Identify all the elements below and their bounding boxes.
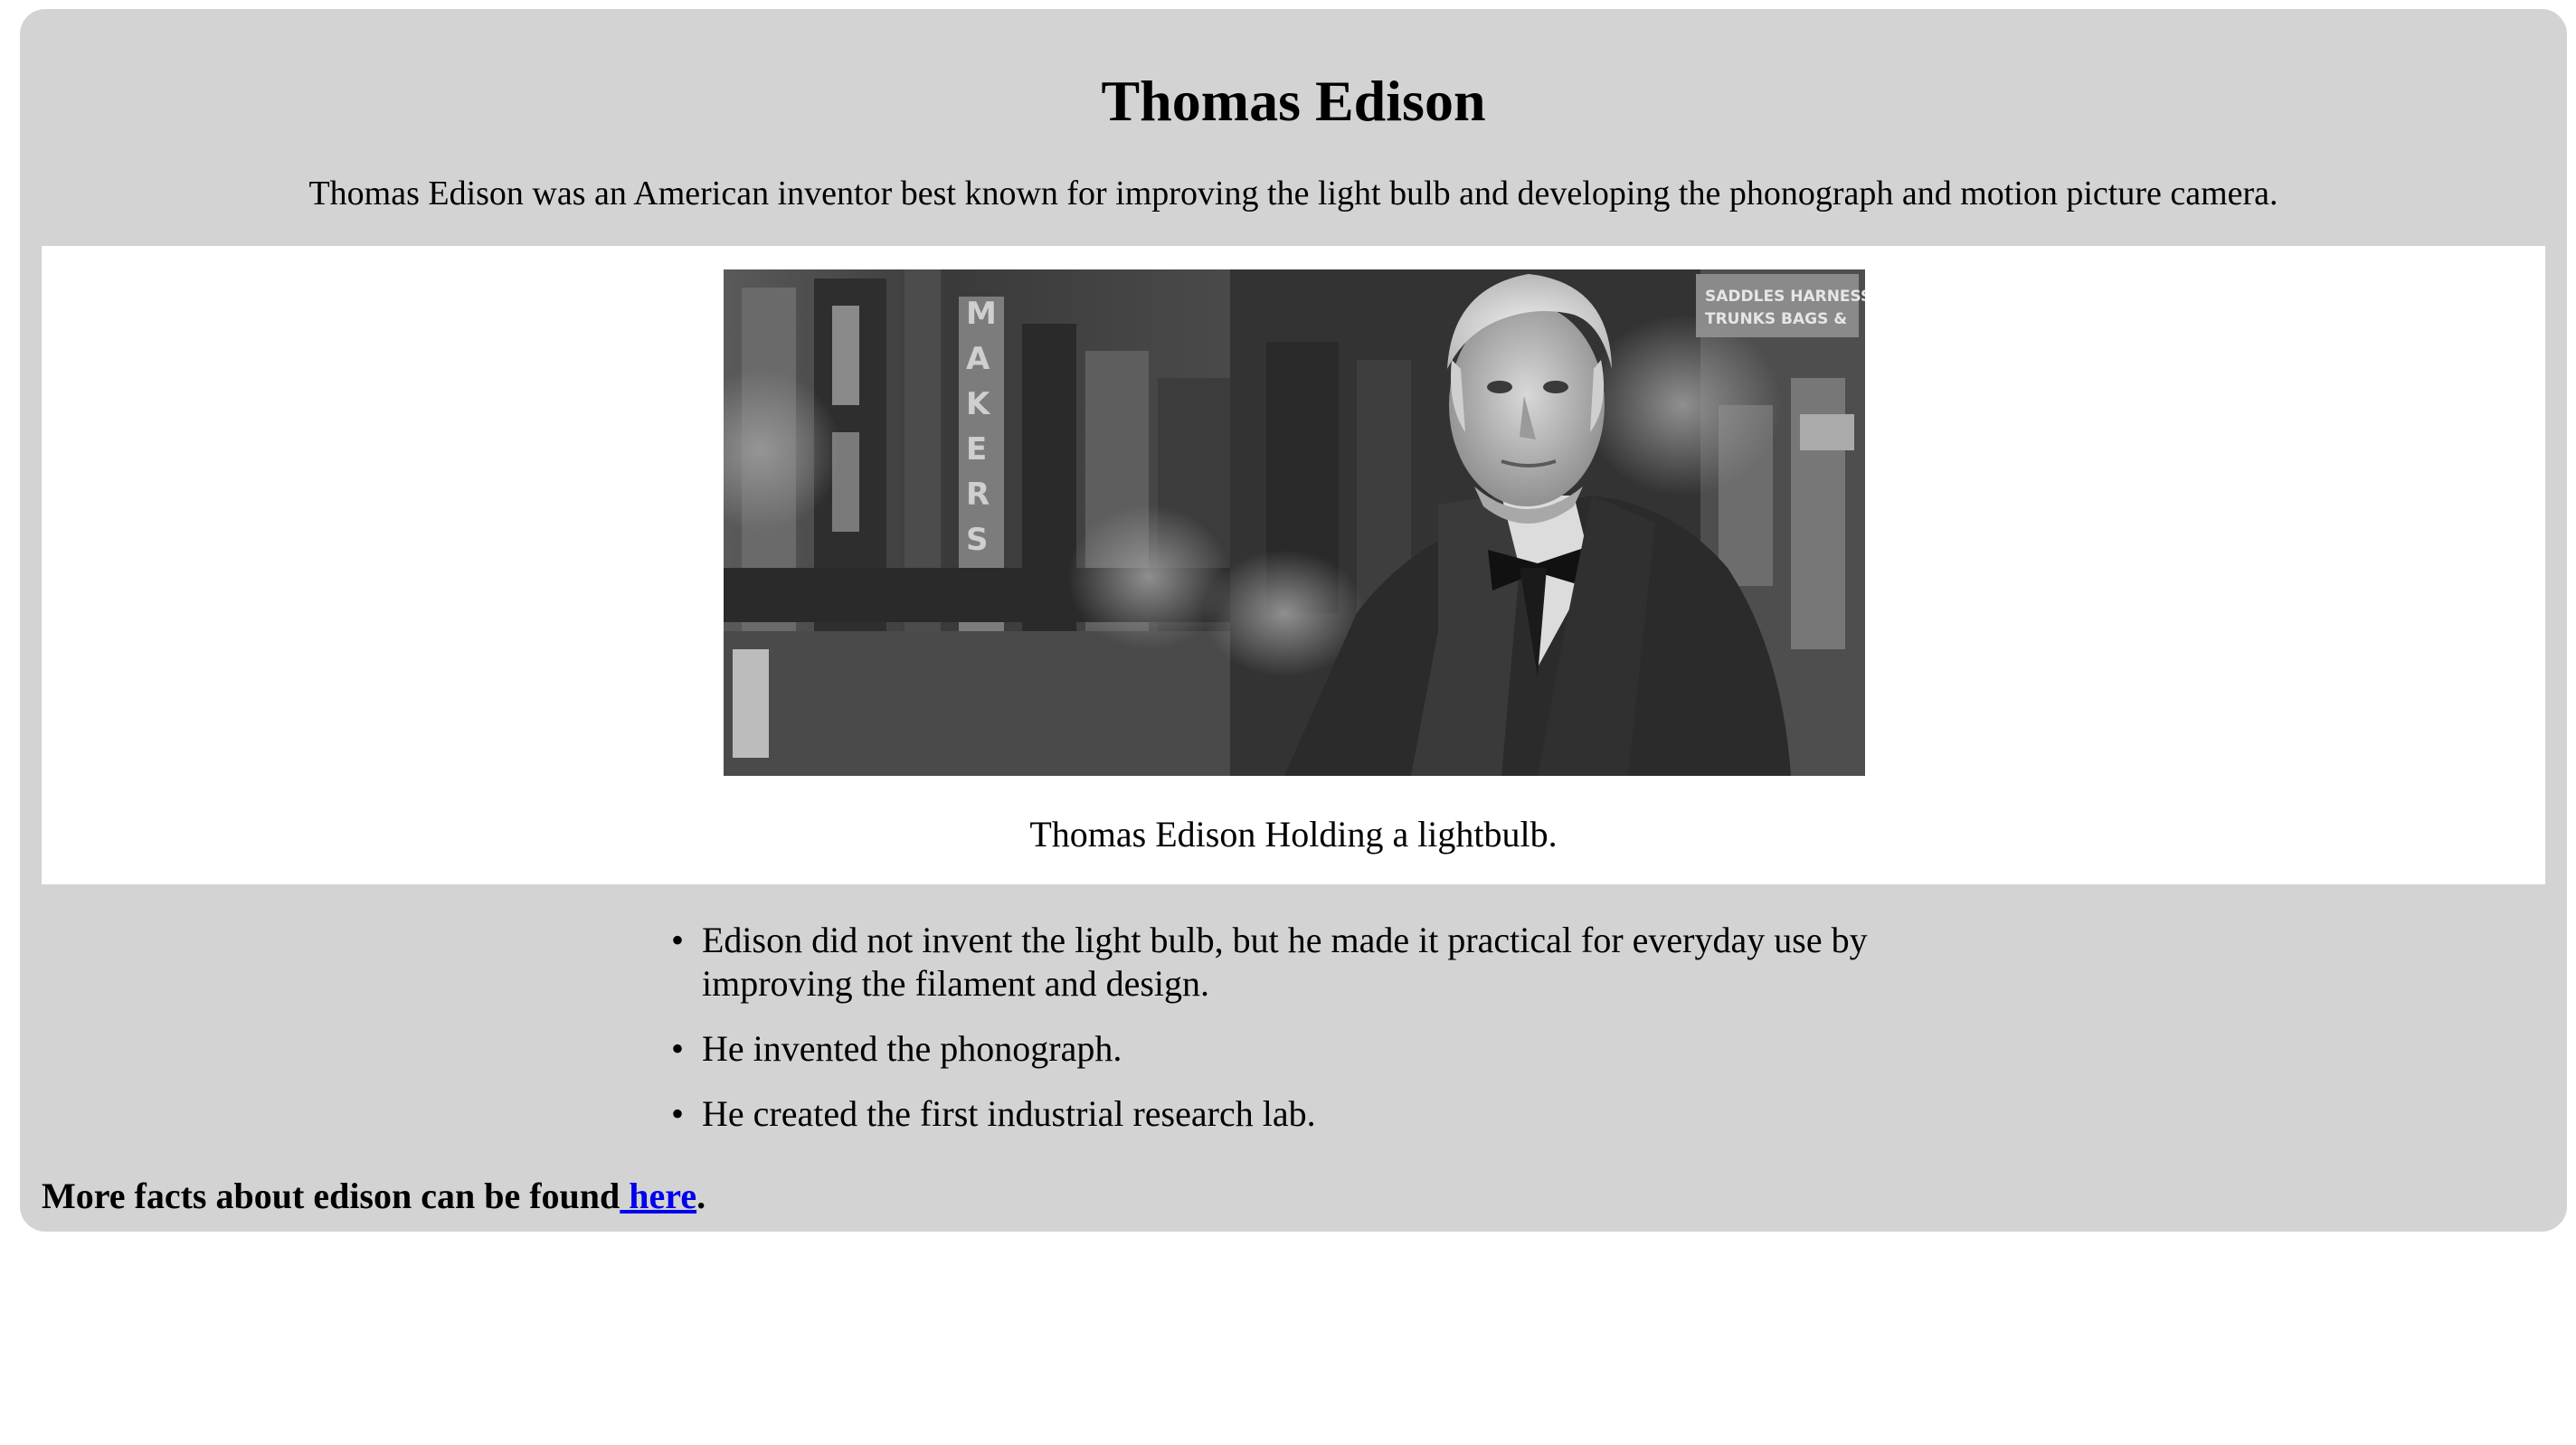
page-title: Thomas Edison [1101,69,1486,133]
fact-text: Edison did not invent the light bulb, bu… [702,920,1868,1004]
more-facts-link[interactable]: here [620,1176,696,1216]
list-item: • Edison did not invent the light bulb, b… [666,919,1932,1006]
list-item: • He invented the phonograph. [666,1027,1932,1071]
bullet-icon: • [671,920,685,960]
figure-panel: M A K E R S SADDLES HARNESS TRUNKS BAGS … [42,246,2545,884]
svg-text:R: R [966,477,990,513]
svg-text:M: M [966,296,997,332]
content-card: Thomas Edison Thomas Edison was an Ameri… [20,9,2567,1232]
more-facts-suffix: . [696,1176,706,1216]
bullet-icon: • [671,1093,685,1134]
facts-list: • Edison did not invent the light bulb, b… [666,919,1932,1157]
more-facts-prefix: More facts about edison can be found [42,1176,620,1216]
svg-text:S: S [966,522,989,558]
svg-text:E: E [966,431,987,468]
list-item: • He created the first industrial researc… [666,1092,1932,1136]
bullet-icon: • [671,1028,685,1069]
svg-text:K: K [966,386,991,422]
edison-portrait-image: M A K E R S SADDLES HARNESS TRUNKS BAGS … [724,269,1865,776]
fact-text: He created the first industrial research… [702,1093,1316,1134]
fact-text: He invented the phonograph. [702,1028,1122,1069]
intro-paragraph: Thomas Edison was an American inventor b… [308,175,2278,212]
more-facts-line: More facts about edison can be found her… [42,1174,706,1219]
sign-text-1: SADDLES HARNESS [1705,288,1865,306]
figure-caption: Thomas Edison Holding a lightbulb. [1029,814,1558,855]
svg-text:A: A [966,341,990,377]
